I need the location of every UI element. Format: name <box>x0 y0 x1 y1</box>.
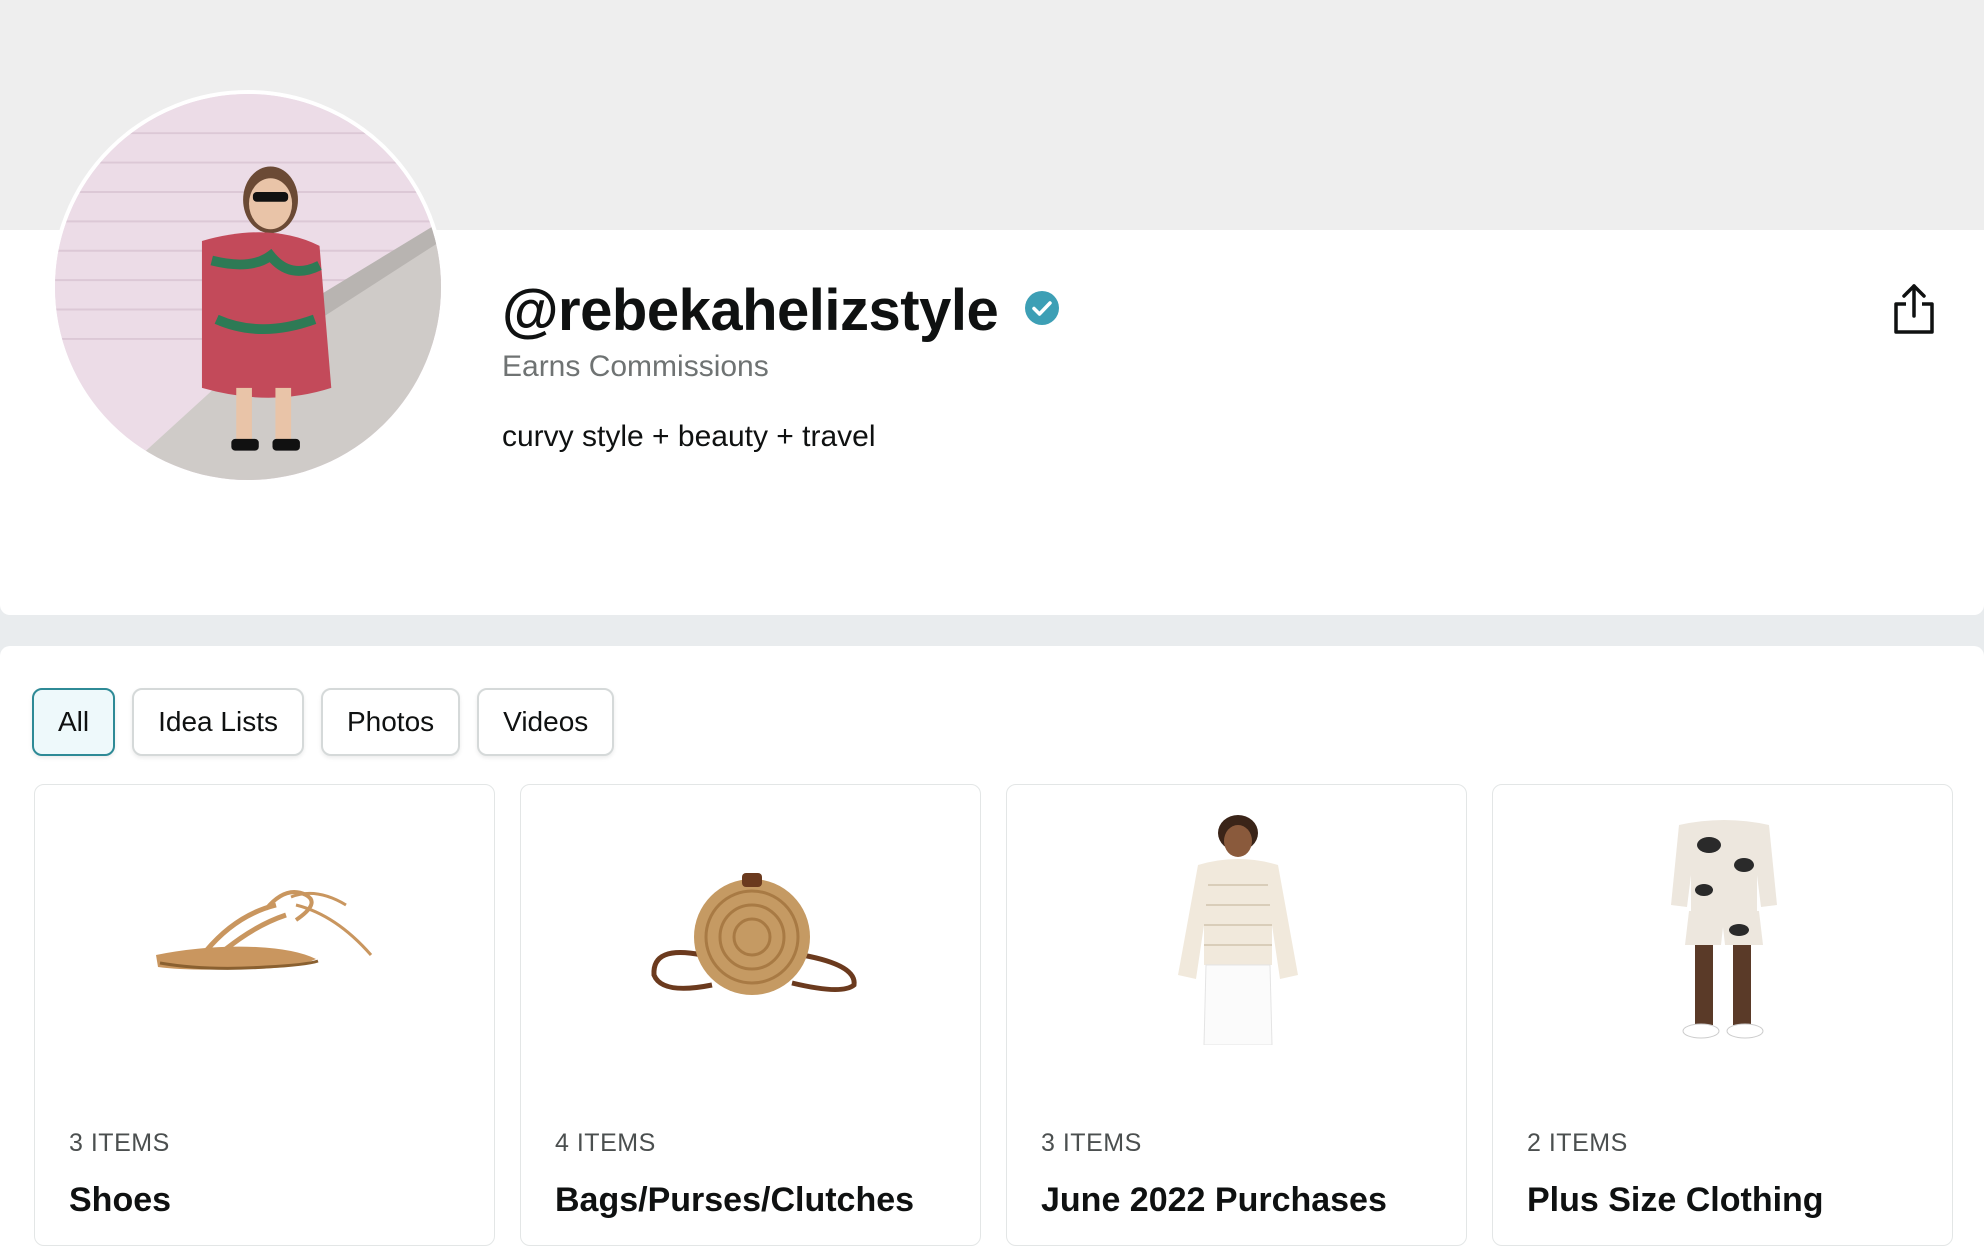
earns-commissions-label: Earns Commissions <box>502 350 769 383</box>
item-count: 2 ITEMS <box>1527 1129 1628 1157</box>
tab-label: Idea Lists <box>158 706 278 737</box>
profile-avatar <box>51 90 445 484</box>
item-count: 4 ITEMS <box>555 1129 656 1157</box>
profile-handle: @rebekahelizstyle <box>502 277 999 343</box>
handle-row: @rebekahelizstyle <box>502 270 1060 350</box>
tab-all[interactable]: All <box>32 688 116 756</box>
content-section: All Idea Lists Photos Videos 3 ITEMS Sho… <box>0 646 1984 1258</box>
idea-list-card-bags[interactable]: 4 ITEMS Bags/Purses/Clutches <box>520 784 981 1246</box>
share-icon[interactable] <box>1892 282 1936 336</box>
sandal-image <box>35 805 496 1055</box>
tab-videos[interactable]: Videos <box>477 688 615 756</box>
list-title: June 2022 Purchases <box>1041 1181 1387 1219</box>
filter-tabs: All Idea Lists Photos Videos <box>32 688 615 756</box>
list-title: Shoes <box>69 1181 172 1219</box>
crochet-sweater-image <box>1007 805 1468 1055</box>
avatar-photo <box>55 94 441 480</box>
idea-list-card-june-2022[interactable]: 3 ITEMS June 2022 Purchases <box>1006 784 1467 1246</box>
list-title: Plus Size Clothing <box>1527 1181 1824 1219</box>
profile-bio: curvy style + beauty + travel <box>502 420 876 453</box>
item-count: 3 ITEMS <box>69 1129 170 1157</box>
tab-photos[interactable]: Photos <box>320 688 461 756</box>
tab-label: Videos <box>503 706 589 737</box>
item-count: 3 ITEMS <box>1041 1129 1142 1157</box>
tab-idea-lists[interactable]: Idea Lists <box>132 688 304 756</box>
rattan-bag-image <box>521 805 982 1055</box>
list-title: Bags/Purses/Clutches <box>555 1181 915 1219</box>
idea-list-grid: 3 ITEMS Shoes 4 ITEMS Bags/Purses/Clutch… <box>34 784 1953 1246</box>
tab-label: All <box>58 706 90 737</box>
verified-check-icon <box>1025 291 1060 325</box>
idea-list-card-plus-size[interactable]: 2 ITEMS Plus Size Clothing <box>1492 784 1953 1246</box>
tab-label: Photos <box>346 706 435 737</box>
tie-dye-set-image <box>1493 805 1954 1055</box>
idea-list-card-shoes[interactable]: 3 ITEMS Shoes <box>34 784 495 1246</box>
